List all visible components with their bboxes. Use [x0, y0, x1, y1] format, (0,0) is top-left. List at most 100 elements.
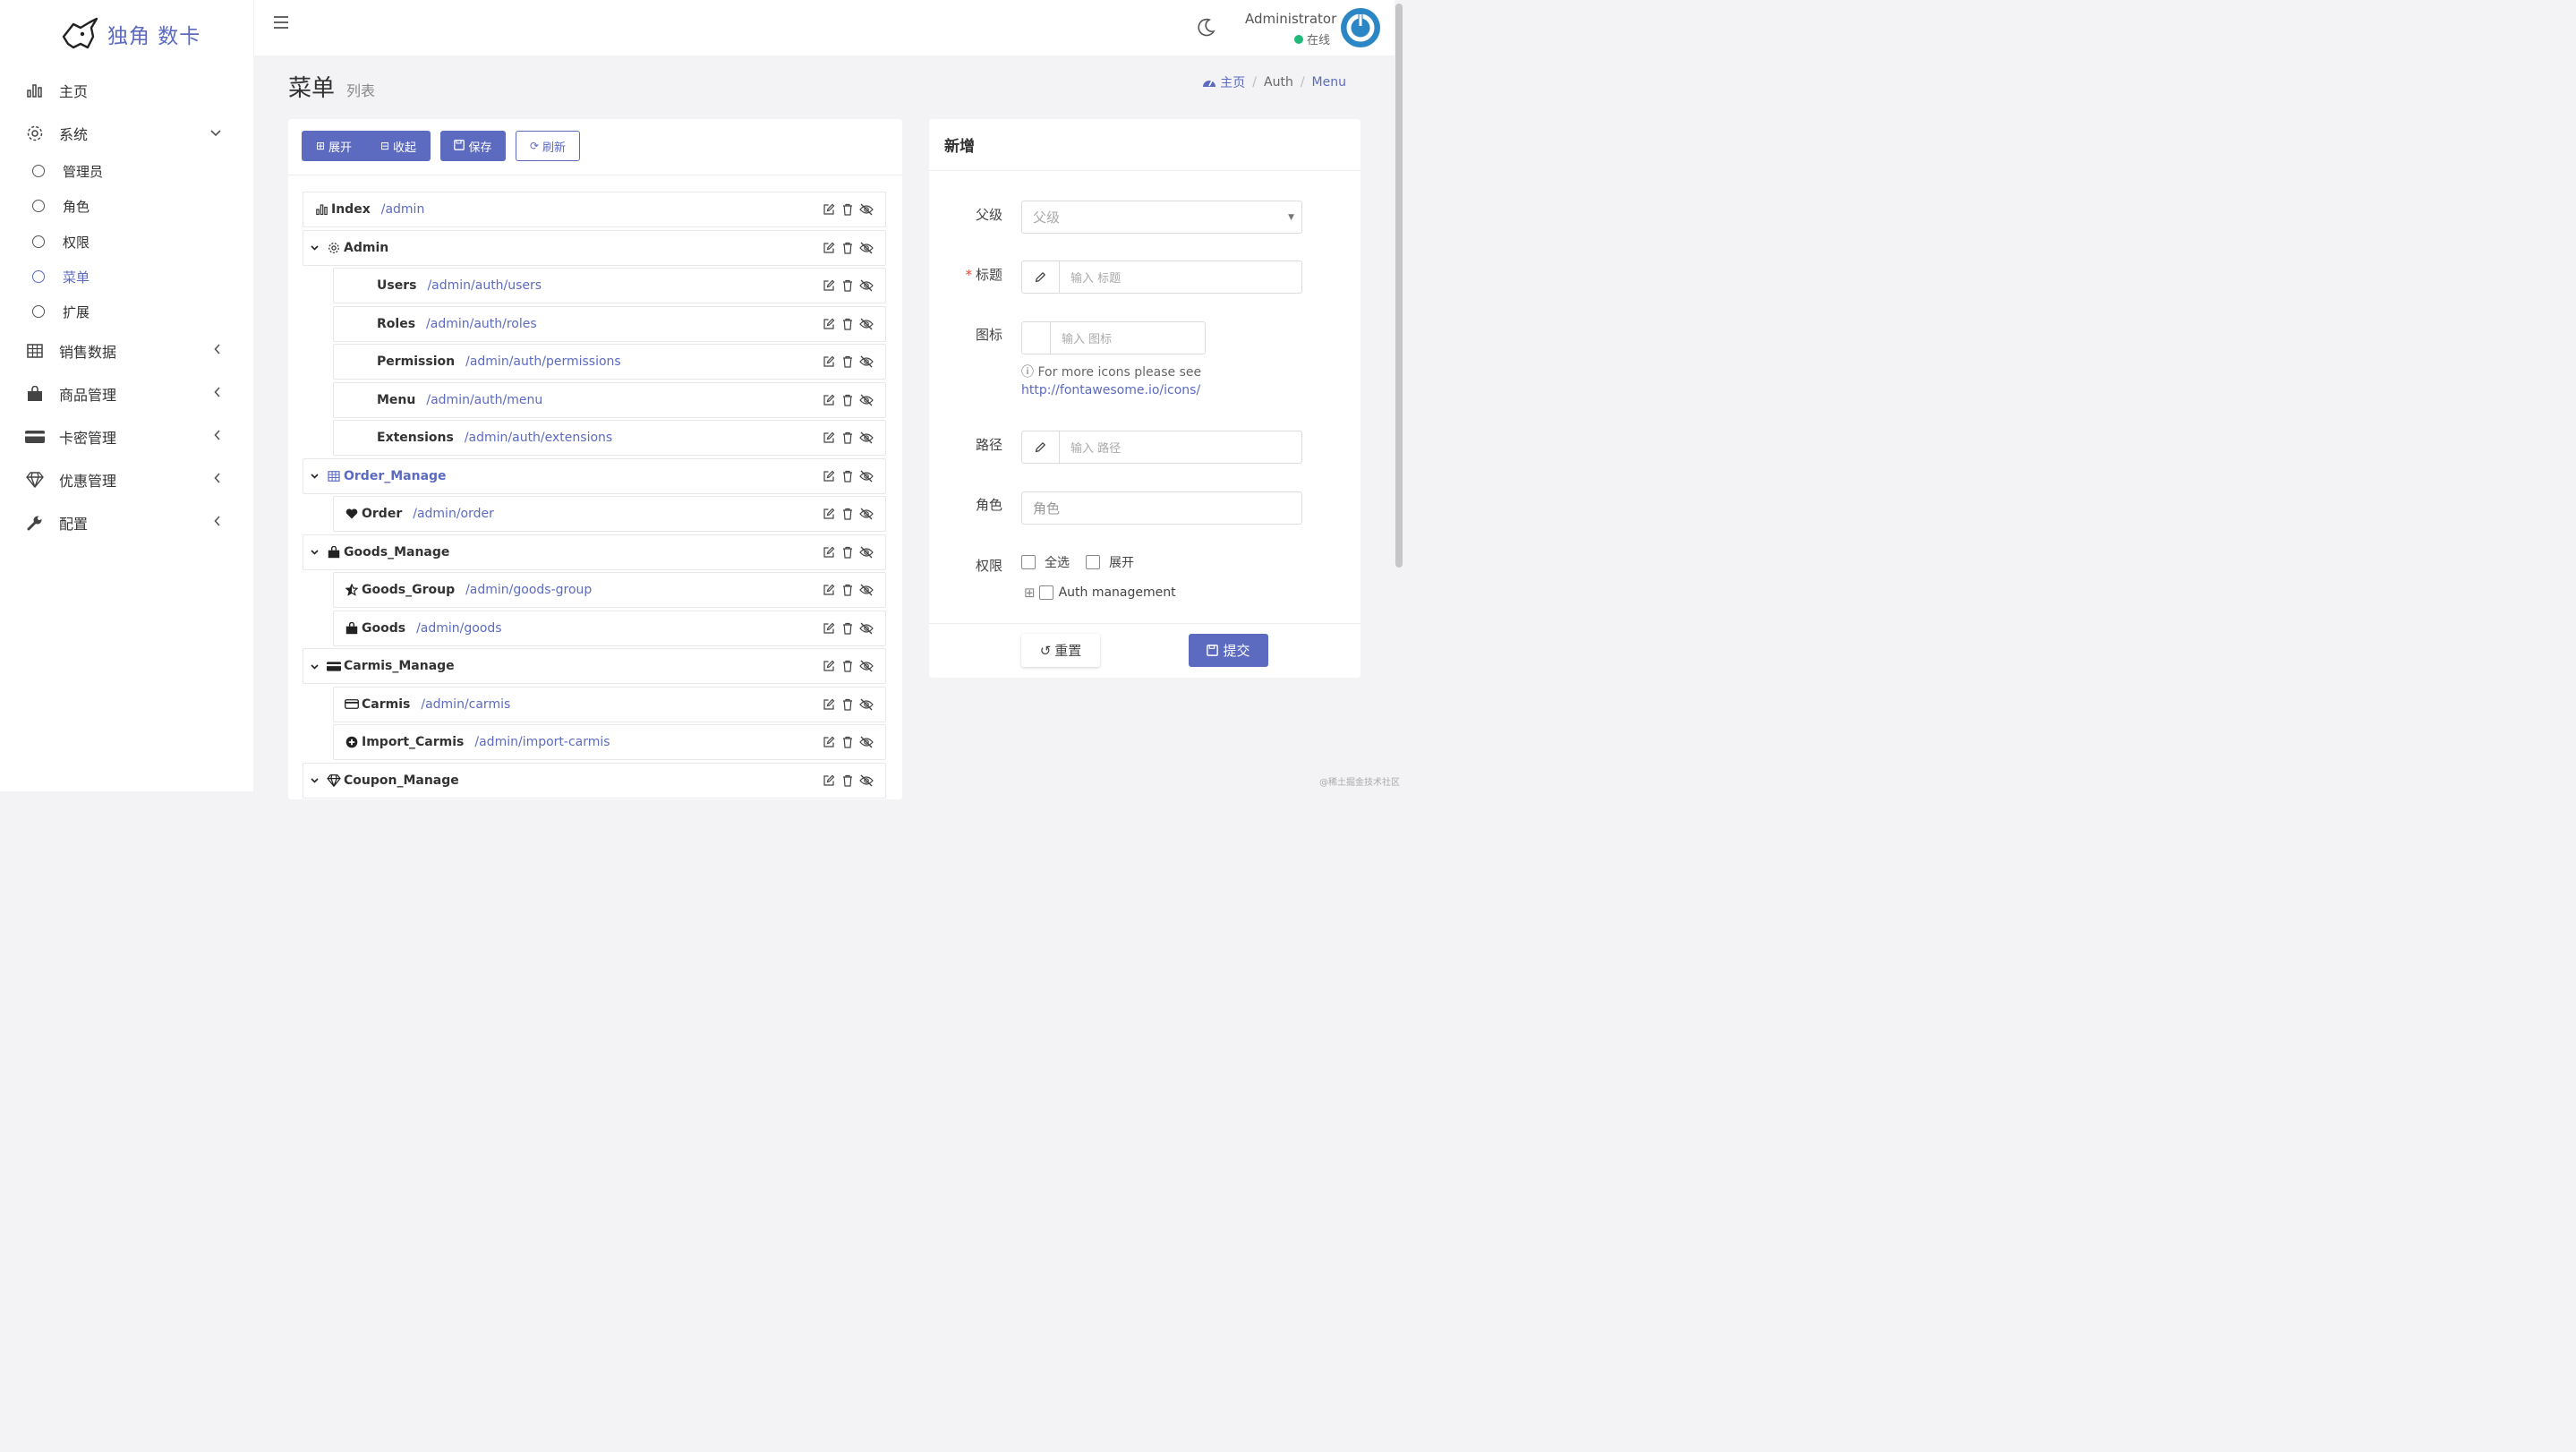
edit-icon[interactable] [821, 279, 837, 292]
edit-icon[interactable] [821, 394, 837, 406]
role-select[interactable]: 角色 [1021, 491, 1302, 525]
sidebar-subitem-extensions[interactable]: 扩展 [32, 299, 90, 324]
tree-row-path[interactable]: /admin/carmis [421, 697, 510, 712]
moon-icon[interactable] [1196, 18, 1215, 41]
tree-row-title[interactable]: Coupon_Manage [344, 773, 459, 788]
sidebar-subitem-menu[interactable]: 菜单 [32, 264, 90, 289]
eye-slash-icon[interactable] [858, 431, 874, 444]
tree-row[interactable]: Coupon_Manage [303, 762, 886, 799]
trash-icon[interactable] [840, 355, 856, 368]
edit-icon[interactable] [821, 584, 837, 596]
save-button[interactable]: 保存 [440, 131, 506, 161]
select-all-checkbox[interactable]: 全选 [1021, 553, 1070, 571]
title-field[interactable]: 输入 标题 [1021, 261, 1302, 294]
tree-row-title[interactable]: Permission [377, 354, 455, 369]
eye-slash-icon[interactable] [858, 622, 874, 635]
eye-slash-icon[interactable] [858, 736, 874, 748]
reset-button[interactable]: ↺ 重置 [1021, 634, 1100, 667]
tree-row-path[interactable]: /admin/auth/permissions [465, 354, 621, 369]
submit-button[interactable]: 提交 [1189, 634, 1268, 667]
edit-icon[interactable] [821, 508, 837, 520]
eye-slash-icon[interactable] [858, 774, 874, 787]
hamburger-menu-icon[interactable] [274, 16, 288, 29]
tree-row-title[interactable]: Users [377, 278, 416, 293]
user-name[interactable]: Administrator [1245, 11, 1336, 27]
sidebar-subitem-admins[interactable]: 管理员 [32, 158, 103, 184]
tree-row-title[interactable]: Order [362, 507, 402, 521]
tree-child-row[interactable]: Users/admin/auth/users [333, 268, 886, 303]
tree-row-title[interactable]: Order_Manage [344, 469, 447, 483]
trash-icon[interactable] [840, 660, 856, 672]
path-field[interactable]: 输入 路径 [1021, 431, 1302, 464]
expand-button[interactable]: ⊞ 展开 [302, 131, 366, 161]
tree-child-row[interactable]: Permission/admin/auth/permissions [333, 344, 886, 380]
tree-row-path[interactable]: /admin/auth/users [427, 278, 542, 293]
trash-icon[interactable] [840, 584, 856, 596]
edit-icon[interactable] [821, 242, 837, 254]
tree-child-row[interactable]: Extensions/admin/auth/extensions [333, 420, 886, 456]
eye-slash-icon[interactable] [858, 508, 874, 520]
brand-logo[interactable]: 独角 数卡 [61, 16, 200, 52]
expand-checkbox[interactable]: 展开 [1086, 553, 1134, 571]
tree-child-row[interactable]: Order/admin/order [333, 496, 886, 532]
tree-row[interactable]: Carmis_Manage [303, 648, 886, 684]
tree-row-path[interactable]: /admin/import-carmis [474, 735, 610, 749]
eye-slash-icon[interactable] [858, 546, 874, 559]
tree-child-row[interactable]: Carmis/admin/carmis [333, 686, 886, 722]
tree-row[interactable]: Index/admin [303, 192, 886, 227]
checkbox-box[interactable] [1038, 585, 1053, 600]
trash-icon[interactable] [840, 203, 856, 216]
edit-icon[interactable] [821, 774, 837, 787]
edit-icon[interactable] [821, 431, 837, 444]
chevron-down-icon[interactable] [311, 242, 319, 253]
breadcrumb-home[interactable]: 主页 [1202, 73, 1245, 91]
tree-row-path[interactable]: /admin [381, 202, 425, 217]
chevron-down-icon[interactable] [311, 661, 319, 672]
eye-slash-icon[interactable] [858, 698, 874, 711]
tree-child-row[interactable]: Import_Carmis/admin/import-carmis [333, 724, 886, 760]
eye-slash-icon[interactable] [858, 203, 874, 216]
trash-icon[interactable] [840, 622, 856, 635]
tree-row-title[interactable]: Index [331, 202, 371, 217]
eye-slash-icon[interactable] [858, 318, 874, 330]
page-scrollbar-thumb[interactable] [1395, 4, 1403, 568]
edit-icon[interactable] [821, 622, 837, 635]
tree-row-title[interactable]: Extensions [377, 431, 454, 445]
fontawesome-link[interactable]: http://fontawesome.io/icons/ [1021, 383, 1200, 397]
tree-row-title[interactable]: Menu [377, 393, 415, 407]
collapse-button[interactable]: ⊟ 收起 [366, 131, 431, 161]
chevron-down-icon[interactable] [311, 774, 319, 786]
tree-row-path[interactable]: /admin/goods [416, 621, 502, 636]
edit-icon[interactable] [821, 318, 837, 330]
sidebar-subitem-roles[interactable]: 角色 [32, 193, 90, 218]
trash-icon[interactable] [840, 318, 856, 330]
tree-row-path[interactable]: /admin/auth/menu [426, 393, 542, 407]
tree-child-row[interactable]: Menu/admin/auth/menu [333, 381, 886, 418]
eye-slash-icon[interactable] [858, 279, 874, 292]
tree-row[interactable]: Admin [303, 229, 886, 266]
eye-slash-icon[interactable] [858, 394, 874, 406]
tree-row-title[interactable]: Import_Carmis [362, 735, 464, 749]
tree-row-path[interactable]: /admin/auth/roles [426, 317, 537, 331]
page-scrollbar[interactable] [1395, 0, 1403, 791]
tree-row-title[interactable]: Roles [377, 317, 415, 331]
tree-child-row[interactable]: Roles/admin/auth/roles [333, 305, 886, 342]
path-input[interactable]: 输入 路径 [1060, 439, 1121, 456]
icon-input[interactable]: 输入 图标 [1051, 329, 1112, 346]
sidebar-item-coupons[interactable]: 优惠管理 [25, 464, 237, 496]
parent-select[interactable]: 父级 ▼ [1021, 201, 1302, 234]
edit-icon[interactable] [821, 736, 837, 748]
tree-child-row[interactable]: Goods_Group/admin/goods-group [333, 572, 886, 608]
sidebar-item-sales[interactable]: 销售数据 [25, 335, 237, 367]
trash-icon[interactable] [840, 698, 856, 711]
eye-slash-icon[interactable] [858, 242, 874, 254]
breadcrumb-auth[interactable]: Auth [1264, 75, 1293, 90]
tree-row-path[interactable]: /admin/auth/extensions [465, 431, 612, 445]
tree-row[interactable]: Goods_Manage [303, 534, 886, 570]
eye-slash-icon[interactable] [858, 355, 874, 368]
sidebar-item-carmis[interactable]: 卡密管理 [25, 421, 237, 453]
title-input[interactable]: 输入 标题 [1060, 269, 1121, 286]
tree-row-title[interactable]: Admin [344, 241, 388, 255]
edit-icon[interactable] [821, 546, 837, 559]
sidebar-subitem-permissions[interactable]: 权限 [32, 229, 90, 254]
